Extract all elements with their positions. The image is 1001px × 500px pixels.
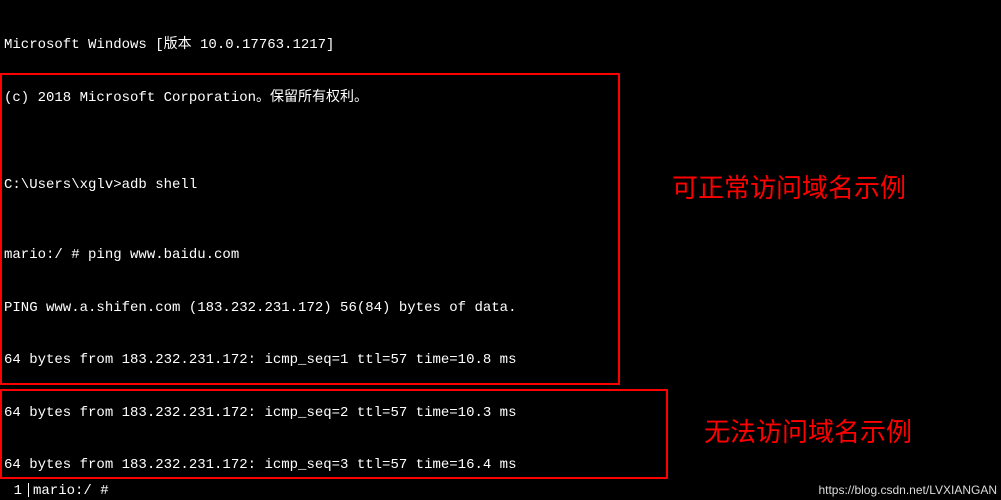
terminal-screenshot: Microsoft Windows [版本 10.0.17763.1217] (… (0, 0, 1001, 500)
shell-prompt: mario:/ # (33, 483, 109, 499)
line-number: 1 (4, 483, 22, 500)
bottom-prompt-row[interactable]: 1 mario:/ # (0, 483, 1001, 500)
divider (28, 483, 29, 497)
highlight-box-ok (0, 73, 620, 385)
highlight-box-fail (0, 389, 668, 479)
win-version: Microsoft Windows [版本 10.0.17763.1217] (4, 37, 567, 55)
annotation-ok-label: 可正常访问域名示例 (672, 172, 906, 205)
annotation-fail-label: 无法访问域名示例 (704, 416, 912, 449)
